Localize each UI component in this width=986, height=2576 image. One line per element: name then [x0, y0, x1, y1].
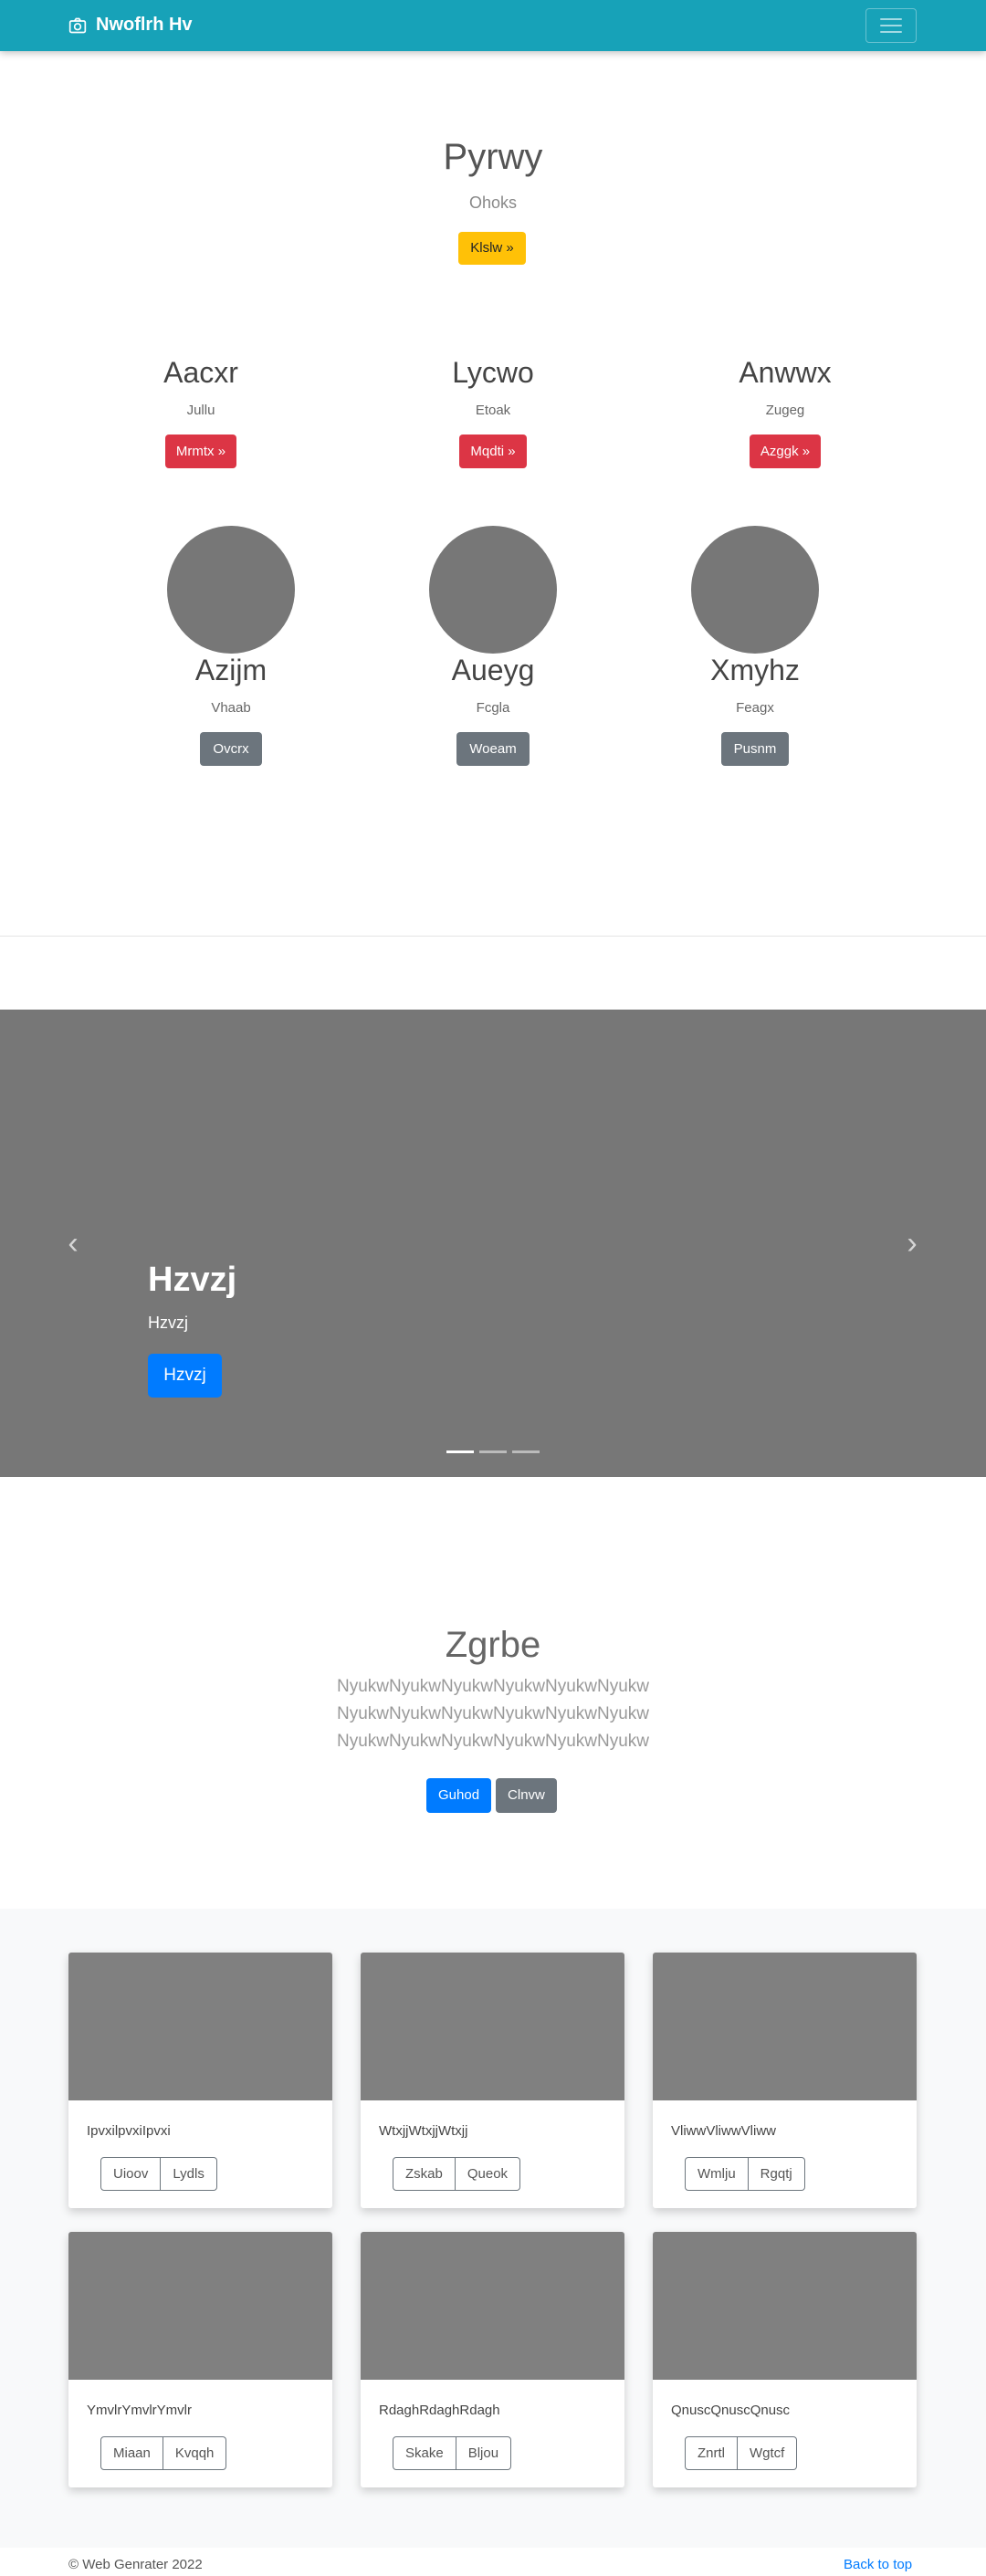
- feature-text: Jullu: [186, 403, 215, 418]
- camera-icon: [68, 17, 87, 33]
- feature-text: Etoak: [475, 403, 511, 418]
- card: QnuscQnuscQnusc Znrtl Wgtcf: [653, 2232, 917, 2487]
- hamburger-icon-bar: [880, 18, 902, 20]
- card-image: [653, 2232, 917, 2380]
- profile-button[interactable]: Pusnm: [720, 732, 790, 766]
- feature-button[interactable]: Mqdti »: [459, 435, 527, 468]
- card-edit-button[interactable]: Rgqtj: [748, 2157, 805, 2191]
- carousel-button[interactable]: Hzvzj: [148, 1354, 222, 1398]
- back-to-top-link[interactable]: Back to top: [844, 2557, 912, 2572]
- card: WtxjjWtxjjWtxjj Zskab Queok: [361, 1953, 624, 2208]
- card: YmvlrYmvlrYmvlr Miaan Kvqqh: [68, 2232, 332, 2487]
- card-edit-button[interactable]: Wgtcf: [738, 2436, 798, 2470]
- secondary-button[interactable]: Clnvw: [496, 1778, 557, 1813]
- feature-text: Zugeg: [765, 403, 805, 418]
- card-edit-button[interactable]: Kvqqh: [163, 2436, 227, 2470]
- brand-link[interactable]: Nwoflrh Hv: [68, 15, 193, 36]
- card-edit-button[interactable]: Lydls: [161, 2157, 217, 2191]
- footer-copyright: © Web Genrater 2022: [68, 2557, 203, 2572]
- card-button-group: Zskab Queok: [393, 2157, 521, 2191]
- profile-button[interactable]: Ovcrx: [200, 732, 262, 766]
- profile-avatar: [691, 526, 819, 654]
- card-image: [361, 2232, 624, 2380]
- profile-column: Aueyg Fcgla Woeam: [356, 526, 630, 766]
- card-button-group: Uioov Lydls: [100, 2157, 217, 2191]
- card: VliwwVliwwVliww Wmlju Rgqtj: [653, 1953, 917, 2208]
- hamburger-icon-bar: [880, 31, 902, 33]
- card-button-group: Wmlju Rgqtj: [685, 2157, 805, 2191]
- card-text: WtxjjWtxjjWtxjj: [379, 2123, 468, 2139]
- card-button-group: Skake Bljou: [393, 2436, 512, 2470]
- section-title: Zgrbe: [445, 1625, 541, 1665]
- card: IpvxilpvxiIpvxi Uioov Lydls: [68, 1953, 332, 2208]
- feature-column: Anwwx Zugeg Azggk »: [648, 356, 922, 468]
- carousel-indicator[interactable]: [512, 1450, 540, 1453]
- hero-subtitle: Ohoks: [468, 194, 518, 212]
- primary-button[interactable]: Guhod: [426, 1778, 492, 1813]
- carousel-indicator[interactable]: [446, 1450, 474, 1453]
- carousel-caption-title: Hzvzj: [148, 1261, 237, 1299]
- card-view-button[interactable]: Miaan: [100, 2436, 163, 2470]
- profile-avatar: [429, 526, 557, 654]
- chevron-right-icon[interactable]: ›: [903, 1225, 921, 1262]
- card-image: [361, 1953, 624, 2100]
- section-text-line: NyukwNyukwNyukwNyukwNyukwNyukw: [336, 1704, 650, 1723]
- card-image: [68, 1953, 332, 2100]
- carousel: ‹ › Hzvzj Hzvzj Hzvzj: [0, 1010, 986, 1477]
- profile-text: Feagx: [736, 700, 774, 716]
- section-button-row: Guhod Clnvw: [426, 1778, 557, 1813]
- card-text: IpvxilpvxiIpvxi: [87, 2123, 171, 2139]
- navbar-toggle-button[interactable]: [865, 8, 917, 43]
- card-view-button[interactable]: Zskab: [393, 2157, 456, 2191]
- hero-title: Pyrwy: [443, 137, 543, 177]
- profile-text: Vhaab: [211, 700, 251, 716]
- profile-title: Xmyhz: [710, 654, 800, 686]
- profile-column: Xmyhz Feagx Pusnm: [618, 526, 892, 766]
- card-button-group: Znrtl Wgtcf: [685, 2436, 798, 2470]
- feature-column: Aacxr Jullu Mrmtx »: [64, 356, 338, 468]
- card-edit-button[interactable]: Bljou: [456, 2436, 512, 2470]
- brand-name: Nwoflrh Hv: [96, 15, 193, 35]
- card-view-button[interactable]: Uioov: [100, 2157, 162, 2191]
- carousel-caption-text: Hzvzj: [148, 1314, 188, 1332]
- card-image: [653, 1953, 917, 2100]
- feature-column: Lycwo Etoak Mqdti »: [356, 356, 630, 468]
- card-text: QnuscQnuscQnusc: [671, 2403, 791, 2418]
- card-image: [68, 2232, 332, 2380]
- section-text-line: NyukwNyukwNyukwNyukwNyukwNyukw: [336, 1677, 650, 1696]
- navbar: Nwoflrh Hv: [0, 0, 986, 51]
- card: RdaghRdaghRdagh Skake Bljou: [361, 2232, 624, 2487]
- hero-button[interactable]: Klslw »: [458, 232, 526, 265]
- feature-button[interactable]: Mrmtx »: [164, 435, 237, 468]
- feature-button[interactable]: Azggk »: [749, 435, 822, 468]
- feature-title: Anwwx: [739, 356, 832, 389]
- section-text-line: NyukwNyukwNyukwNyukwNyukwNyukw: [336, 1732, 650, 1751]
- card-button-group: Miaan Kvqqh: [100, 2436, 227, 2470]
- hamburger-icon-bar: [880, 25, 902, 26]
- card-view-button[interactable]: Znrtl: [685, 2436, 738, 2470]
- chevron-left-icon[interactable]: ‹: [64, 1225, 82, 1262]
- carousel-indicator[interactable]: [479, 1450, 507, 1453]
- card-view-button[interactable]: Skake: [393, 2436, 456, 2470]
- carousel-indicators: [446, 1450, 540, 1453]
- profile-text: Fcgla: [476, 700, 510, 716]
- section-divider: [0, 936, 986, 937]
- profile-avatar: [167, 526, 295, 654]
- profile-button[interactable]: Woeam: [456, 732, 530, 766]
- card-text: YmvlrYmvlrYmvlr: [87, 2403, 192, 2418]
- feature-title: Aacxr: [163, 356, 238, 389]
- feature-title: Lycwo: [452, 356, 534, 389]
- album: IpvxilpvxiIpvxi Uioov Lydls WtxjjWtxjjWt…: [0, 1909, 986, 2548]
- profile-column: Azijm Vhaab Ovcrx: [94, 526, 368, 766]
- card-edit-button[interactable]: Queok: [455, 2157, 521, 2191]
- card-view-button[interactable]: Wmlju: [685, 2157, 749, 2191]
- card-text: VliwwVliwwVliww: [671, 2123, 777, 2139]
- card-text: RdaghRdaghRdagh: [379, 2403, 500, 2418]
- profile-title: Aueyg: [451, 654, 535, 686]
- profile-title: Azijm: [194, 654, 267, 686]
